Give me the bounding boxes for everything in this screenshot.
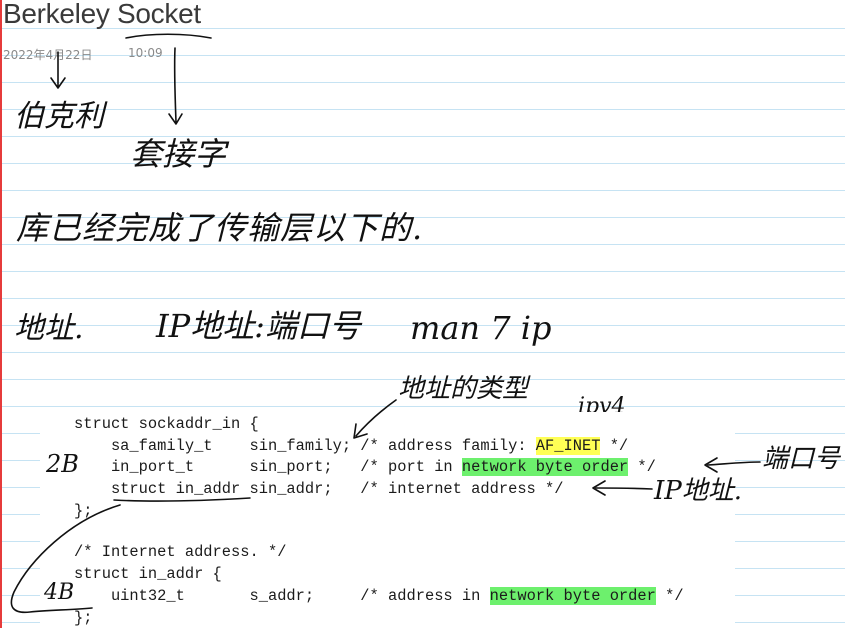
handwritten-port-number: 端口号 — [762, 444, 841, 474]
page-time: 10:09 — [128, 46, 163, 60]
code-text: */ — [655, 587, 684, 605]
handwritten-man-ip: man 7 ip — [410, 309, 552, 347]
highlight-network-byte-order: network byte order — [461, 458, 629, 476]
handwritten-address-type: 地址的类型 — [398, 374, 529, 404]
code-block: struct sockaddr_in { sa_family_t sin_fam… — [40, 412, 735, 628]
code-line-5: }; — [74, 502, 93, 520]
code-text: */ — [628, 458, 656, 476]
handwritten-two-bytes: 2B — [46, 450, 79, 478]
handwritten-berkeley-translation: 伯克利 — [14, 99, 104, 134]
code-text: */ — [600, 437, 629, 455]
handwritten-ip-port: IP地址:端口号 — [156, 307, 361, 345]
page-date: 2022年4月22日 — [3, 48, 93, 62]
code-line-3: in_port_t sin_port; /* port in network b… — [74, 457, 656, 477]
page-title[interactable]: Berkeley Socket — [3, 0, 201, 30]
code-line-9: }; — [74, 609, 93, 627]
code-line-1: struct sockaddr_in { — [74, 415, 259, 433]
highlight-af-inet: AF_INET — [535, 437, 601, 455]
code-text: sa_family_t sin_family; /* address famil… — [74, 437, 536, 455]
page-margin-line — [0, 0, 2, 628]
handwritten-address-label: 地址. — [14, 311, 84, 346]
arrow-down-socket — [168, 47, 183, 125]
code-text: uint32_t s_addr; /* address in — [74, 587, 490, 605]
code-text: in_port_t sin_port; /* port in — [74, 458, 462, 476]
code-line-6: /* Internet address. */ — [74, 543, 287, 561]
code-line-2: sa_family_t sin_family; /* address famil… — [74, 436, 628, 456]
handwritten-library-note: 库已经完成了传输层以下的. — [16, 209, 424, 247]
code-line-4: struct in_addr sin_addr; /* internet add… — [74, 480, 564, 498]
handwritten-socket-translation: 套接字 — [130, 135, 227, 173]
code-line-8: uint32_t s_addr; /* address in network b… — [74, 586, 684, 606]
socket-underline — [125, 33, 212, 39]
code-line-7: struct in_addr { — [74, 565, 222, 583]
highlight-network-byte-order: network byte order — [489, 587, 656, 605]
handwritten-four-bytes: 4B — [44, 580, 75, 605]
handwritten-ip-address: IP地址. — [654, 476, 743, 506]
